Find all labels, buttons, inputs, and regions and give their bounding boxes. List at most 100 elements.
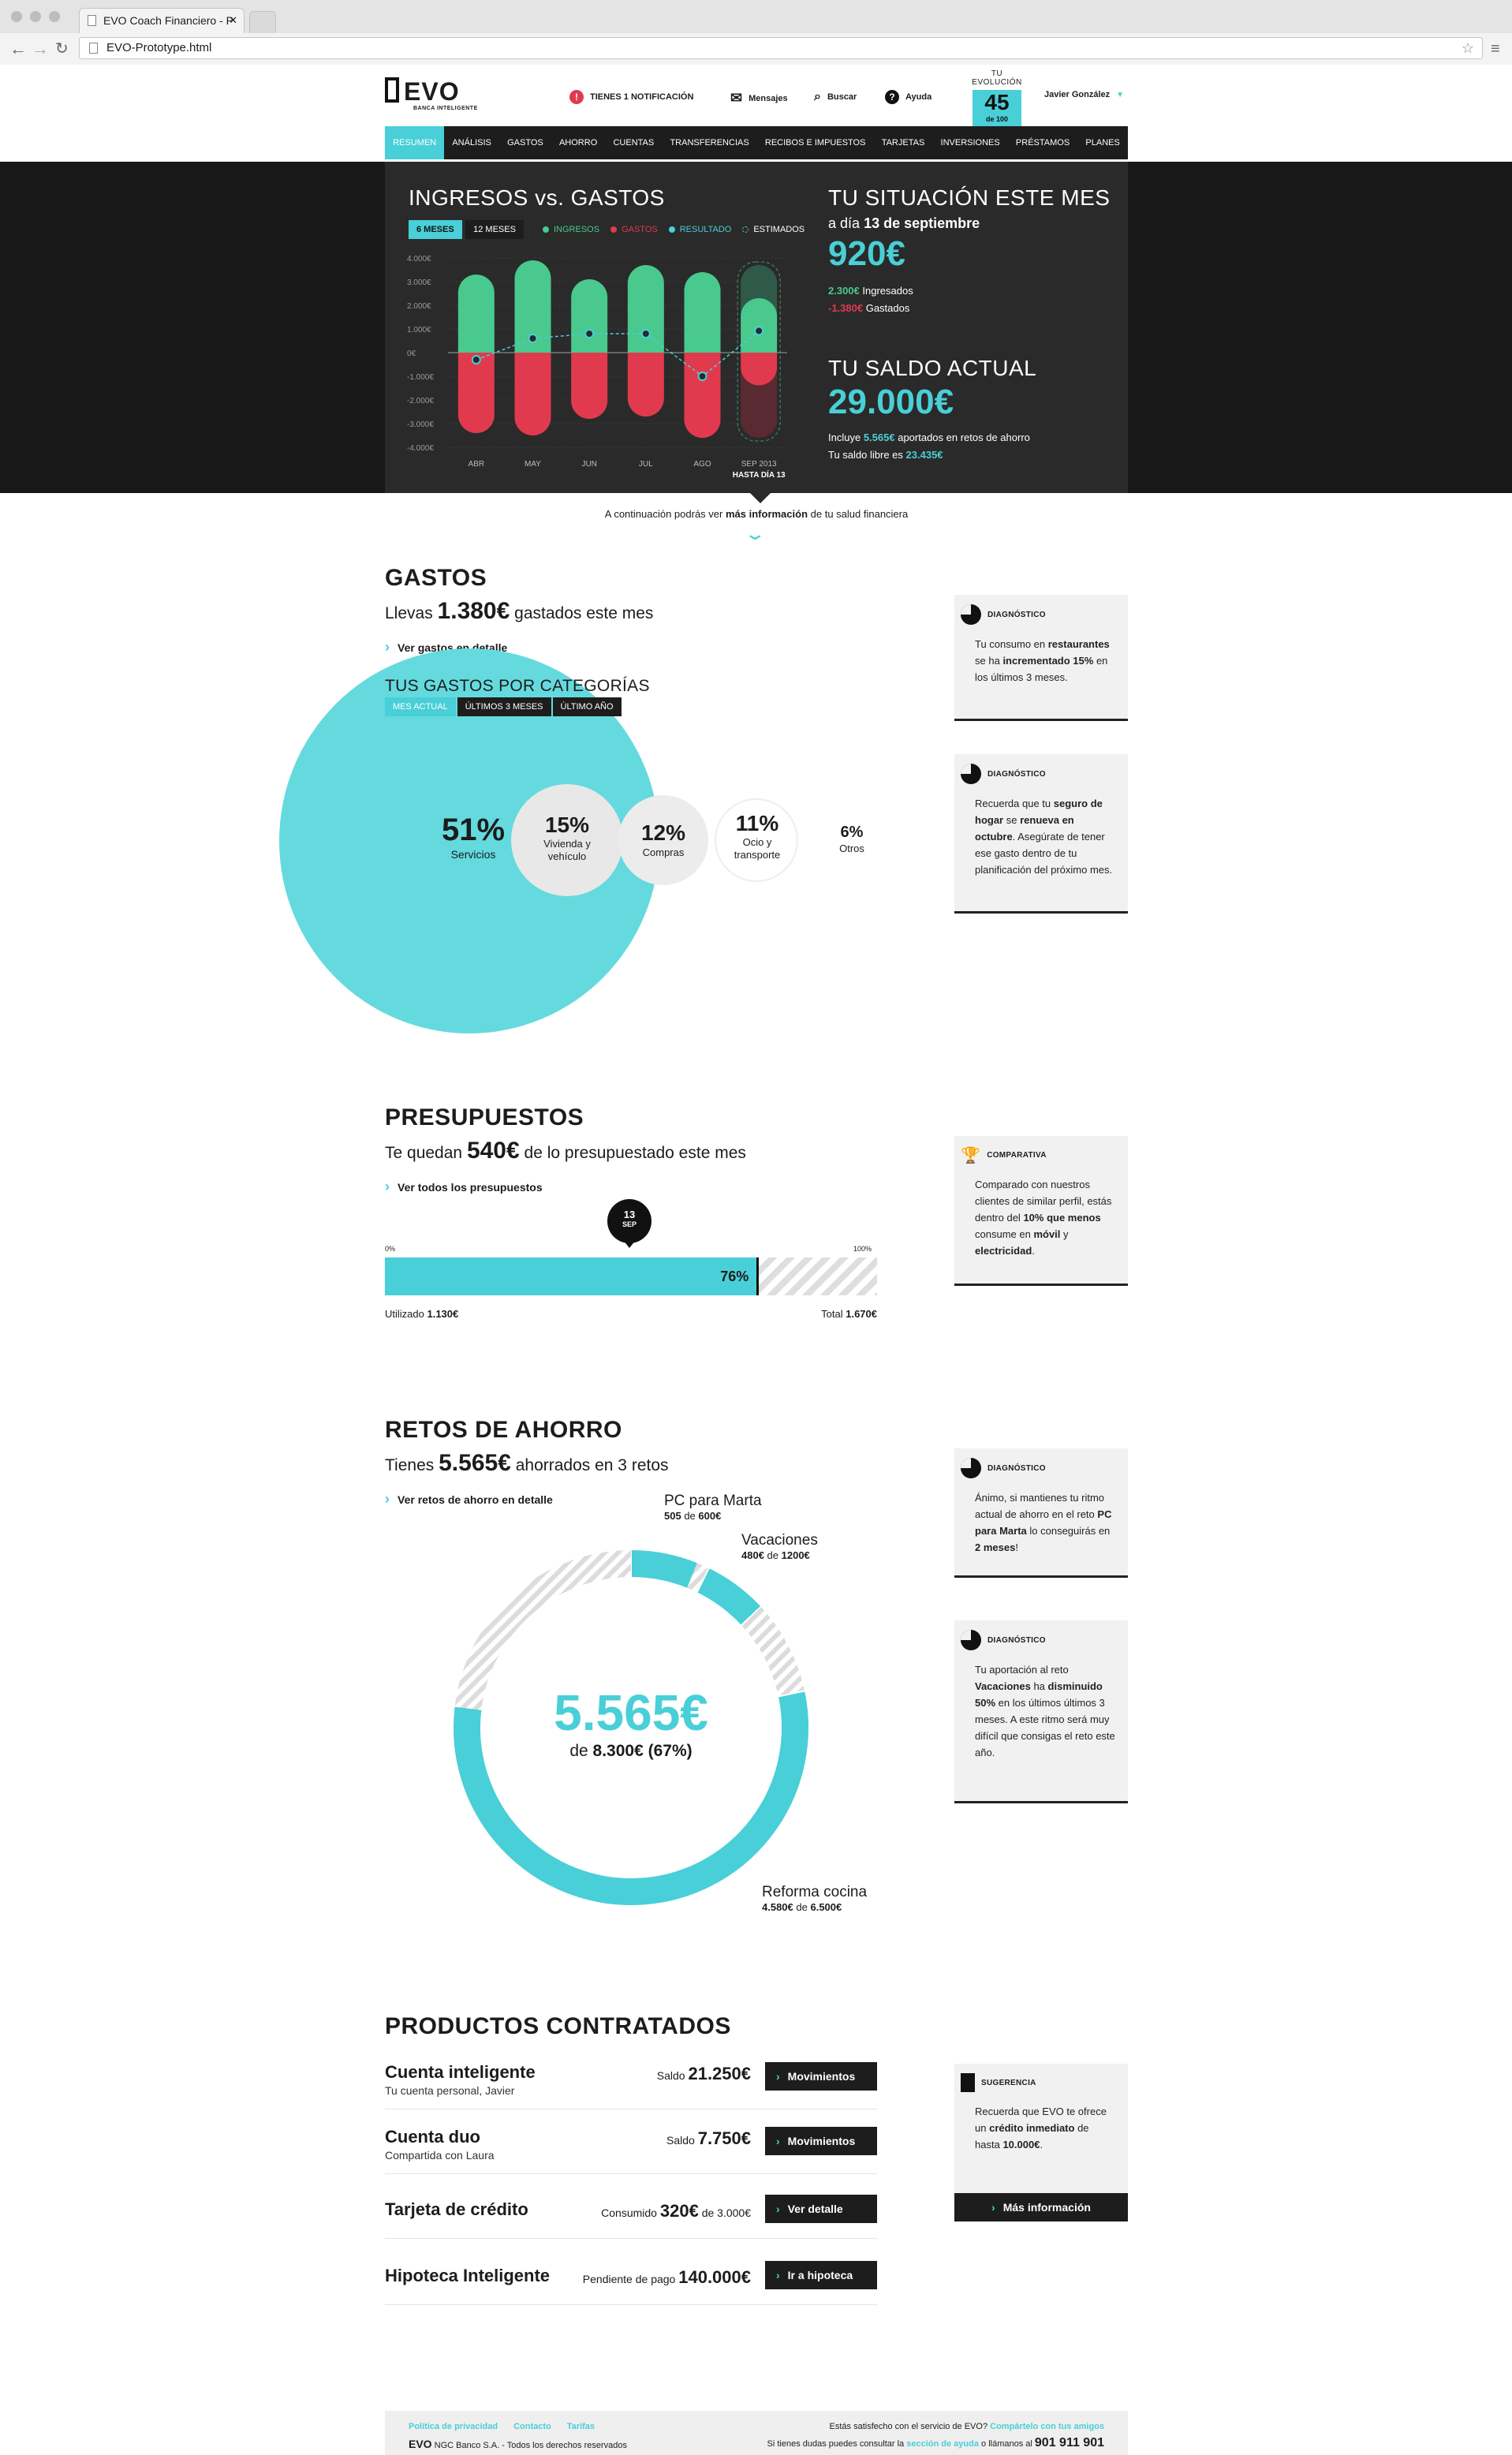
address-bar[interactable]: EVO-Prototype.html ☆ xyxy=(79,37,1483,59)
search-link[interactable]: ⌕ Buscar xyxy=(814,90,857,104)
menu-icon[interactable]: ≡ xyxy=(1491,38,1500,60)
continue-suffix: de tu salud financiera xyxy=(810,508,909,520)
nav-item-10[interactable]: PLANES xyxy=(1077,126,1128,159)
new-tab-button[interactable] xyxy=(249,11,276,33)
movements-button[interactable]: › Movimientos xyxy=(765,2127,877,2155)
minimize-window-icon[interactable] xyxy=(30,11,41,22)
goal-label[interactable]: Reforma cocina 4.580€ de 6.500€ xyxy=(762,1884,867,1913)
evolution-label: TU EVOLUCIÓN xyxy=(972,69,1022,87)
rates-link[interactable]: Tarifas xyxy=(567,2422,595,2431)
comparison-card: 🏆 COMPARATIVA Comparado con nuestros clie… xyxy=(954,1136,1128,1286)
mortgage-button[interactable]: › Ir a hipoteca xyxy=(765,2261,877,2289)
nav-item-5[interactable]: TRANSFERENCIAS xyxy=(662,126,756,159)
goal-target: 600€ xyxy=(698,1510,722,1522)
bookmark-star-icon[interactable]: ☆ xyxy=(1462,38,1474,58)
result-point xyxy=(640,329,651,338)
nav-item-3[interactable]: AHORRO xyxy=(551,126,606,159)
messages-link[interactable]: ✉ Mensajes xyxy=(730,90,788,106)
result-point xyxy=(471,355,481,364)
savings-center-sub: de 8.300€ (67%) xyxy=(473,1742,789,1761)
help-section-link[interactable]: sección de ayuda xyxy=(906,2439,979,2449)
income-bar xyxy=(741,298,778,353)
y-tick-label: 0€ xyxy=(407,349,416,358)
browser-tab[interactable]: EVO Coach Financiero - P ✕ xyxy=(79,8,245,33)
user-menu[interactable]: Javier González ▼ xyxy=(1044,90,1124,99)
diagnosis-card: DIAGNÓSTICO Recuerda que tu seguro de ho… xyxy=(954,754,1128,914)
tab-last-3-months[interactable]: ÚLTIMOS 3 MESES xyxy=(457,697,551,716)
scroll-down-icon[interactable]: ⌄ xyxy=(743,524,767,544)
notification-link[interactable]: ! TIENES 1 NOTIFICACIÓN xyxy=(569,90,693,104)
category-pct: 12% xyxy=(640,820,686,845)
pie-chart-icon xyxy=(961,764,981,784)
nav-item-0[interactable]: RESUMEN xyxy=(385,126,445,159)
chart-title: INGRESOS vs. GASTOS xyxy=(409,185,665,210)
budget-all-link[interactable]: › Ver todos los presupuestos xyxy=(385,1179,746,1195)
messages-label: Mensajes xyxy=(749,93,788,103)
evolution-score[interactable]: TU EVOLUCIÓN 45 de 100 xyxy=(967,69,1027,126)
result-point xyxy=(697,372,707,381)
goal-name: PC para Marta xyxy=(664,1493,762,1509)
back-icon[interactable]: ← xyxy=(9,38,27,60)
contact-link[interactable]: Contacto xyxy=(513,2422,551,2431)
reload-icon[interactable]: ↻ xyxy=(55,38,69,60)
category-label: Ocio y transporte xyxy=(734,836,781,861)
budget-header: PRESUPUESTOS Te quedan 540€ de lo presup… xyxy=(385,1104,746,1195)
goal-name: Reforma cocina xyxy=(762,1884,868,1900)
footer-legal: EVO NGC Banco S.A. - Todos los derechos … xyxy=(409,2438,627,2450)
free-balance-label: Tu saldo libre es xyxy=(828,449,903,461)
card-bold: Vacaciones xyxy=(975,1680,1031,1692)
y-tick-label: -3.000€ xyxy=(407,420,434,429)
range-6-tab[interactable]: 6 MESES xyxy=(409,220,462,239)
nav-item-1[interactable]: ANÁLISIS xyxy=(444,126,499,159)
nav-item-7[interactable]: TARJETAS xyxy=(874,126,933,159)
alert-icon: ! xyxy=(569,90,584,104)
nav-item-6[interactable]: RECIBOS E IMPUESTOS xyxy=(757,126,874,159)
tab-current-month[interactable]: MES ACTUAL xyxy=(385,697,456,716)
x-tick-label: SEP 2013 xyxy=(741,460,777,469)
footer-question: Estás satisfecho con el servicio de EVO? xyxy=(829,2422,988,2431)
zoom-window-icon[interactable] xyxy=(49,11,60,22)
card-text: consume en xyxy=(975,1228,1031,1240)
goal-label[interactable]: Vacaciones 480€ de 1200€ xyxy=(741,1532,818,1561)
privacy-link[interactable]: Política de privacidad xyxy=(409,2422,498,2431)
savings-detail-link[interactable]: › Ver retos de ahorro en detalle xyxy=(385,1491,669,1508)
chart-legend: INGRESOS GASTOS RESULTADO ESTIMADOS xyxy=(543,225,805,234)
goal-label[interactable]: PC para Marta 505 de 600€ xyxy=(664,1493,762,1522)
savings-center-value: 5.565€ xyxy=(554,1684,708,1741)
more-info-button[interactable]: › Más información xyxy=(954,2193,1128,2221)
logo[interactable]: EVO BANCA INTELIGENTE xyxy=(385,65,480,126)
card-bold: 2 meses xyxy=(975,1541,1016,1553)
range-12-tab[interactable]: 12 MESES xyxy=(465,220,524,239)
nav-item-2[interactable]: GASTOS xyxy=(499,126,551,159)
footer-legal-text: NGC Banco S.A. - Todos los derechos rese… xyxy=(434,2441,627,2450)
help-link[interactable]: ? Ayuda xyxy=(885,90,931,104)
category-other: 6% Otros xyxy=(820,824,883,856)
savings-header: RETOS DE AHORRO Tienes 5.565€ ahorrados … xyxy=(385,1417,669,1508)
nav-item-9[interactable]: PRÉSTAMOS xyxy=(1008,126,1077,159)
balance-value: 29.000€ xyxy=(828,383,954,421)
y-tick-label: 1.000€ xyxy=(407,326,431,334)
budget-sub-suffix: de lo presupuestado este mes xyxy=(524,1144,746,1162)
tab-last-year[interactable]: ÚLTIMO AÑO xyxy=(552,697,622,716)
logo-text: EVO xyxy=(404,77,460,106)
card-body: Recuerda que EVO te ofrece un crédito in… xyxy=(975,2103,1115,2153)
share-link[interactable]: Compártelo con tus amigos xyxy=(990,2422,1104,2431)
footer-share: Estás satisfecho con el servicio de EVO?… xyxy=(830,2422,1104,2431)
movements-button[interactable]: › Movimientos xyxy=(765,2062,877,2091)
category-leisure: 11% Ocio y transporte xyxy=(715,811,800,862)
product-desc: Compartida con Laura xyxy=(385,2149,495,2162)
nav-item-4[interactable]: CUENTAS xyxy=(605,126,662,159)
document-icon xyxy=(961,2073,975,2092)
nav-item-8[interactable]: INVERSIONES xyxy=(932,126,1007,159)
forward-icon[interactable]: → xyxy=(32,38,49,60)
x-tick-label: JUN xyxy=(581,460,596,469)
card-bold: 10% que menos xyxy=(1023,1212,1101,1224)
card-title: DIAGNÓSTICO xyxy=(987,1463,1046,1473)
savings-sub-suffix: ahorrados en 3 retos xyxy=(515,1456,669,1474)
close-tab-icon[interactable]: ✕ xyxy=(229,9,237,32)
close-window-icon[interactable] xyxy=(11,11,22,22)
card-text: Ánimo, si mantienes tu ritmo actual de a… xyxy=(975,1492,1105,1520)
category-label: Compras xyxy=(642,846,685,858)
card-body: Ánimo, si mantienes tu ritmo actual de a… xyxy=(975,1489,1115,1556)
card-detail-button[interactable]: › Ver detalle xyxy=(765,2195,877,2223)
